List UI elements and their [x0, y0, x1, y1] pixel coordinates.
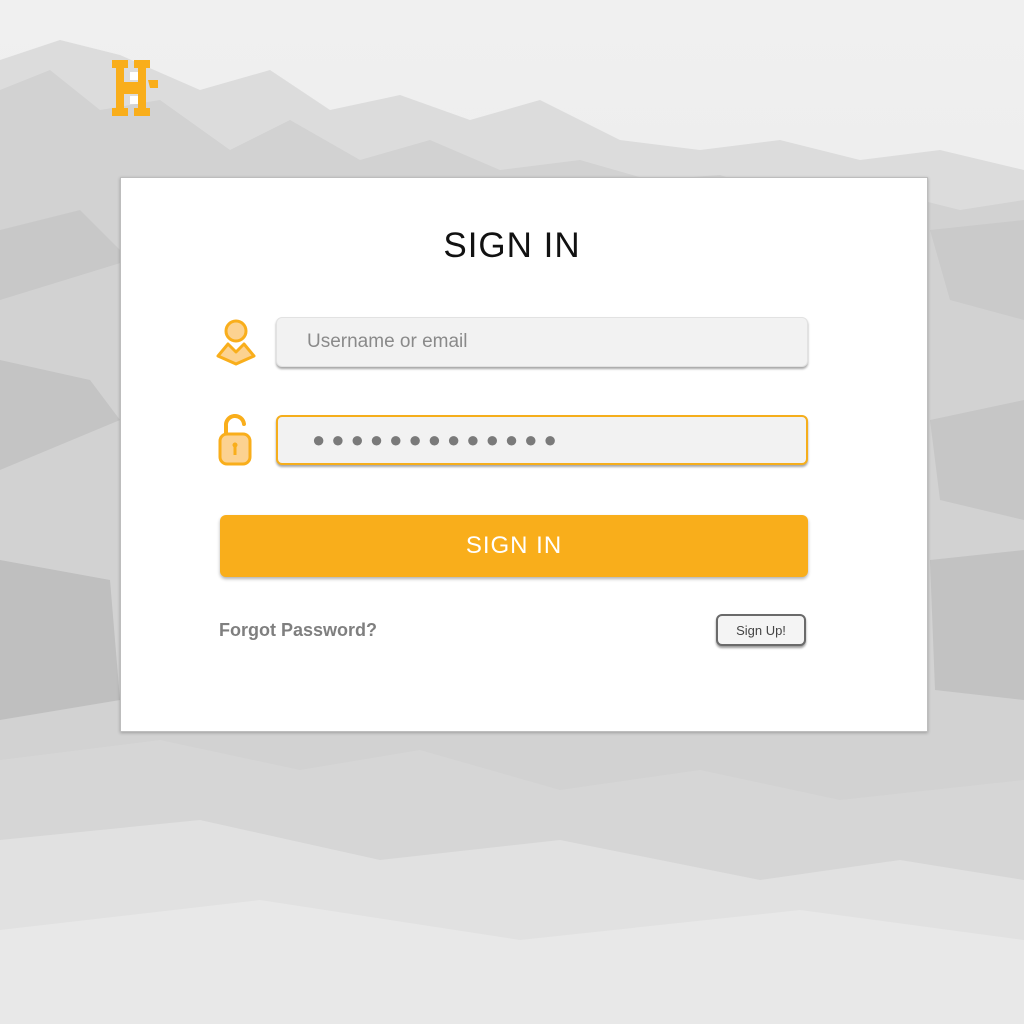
- sign-up-button[interactable]: Sign Up!: [716, 614, 806, 646]
- forgot-password-link[interactable]: Forgot Password?: [219, 620, 377, 641]
- page-title: SIGN IN: [443, 226, 581, 265]
- sign-in-button[interactable]: SIGN IN: [220, 515, 808, 577]
- username-input[interactable]: [276, 317, 808, 367]
- password-input[interactable]: [276, 415, 808, 465]
- user-icon: [216, 319, 256, 366]
- brand-logo: [112, 60, 158, 116]
- lock-open-icon: [218, 414, 252, 466]
